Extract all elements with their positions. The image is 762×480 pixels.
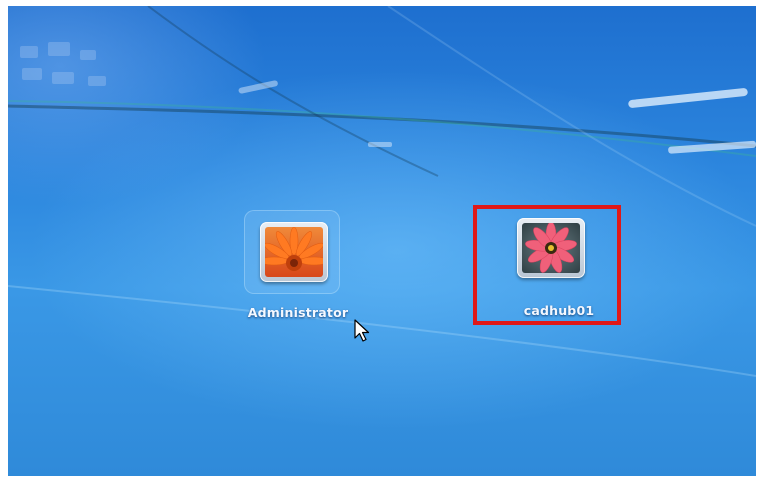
user-name-administrator[interactable]: Administrator — [238, 305, 358, 320]
highlight-box — [473, 205, 621, 325]
orange-gerbera-flower-icon — [265, 227, 323, 277]
user-tile-administrator[interactable]: Administrator — [240, 210, 370, 320]
user-picture-administrator[interactable] — [260, 222, 328, 282]
login-screen: Administrator cadhub01 — [8, 6, 756, 476]
background-streaks — [8, 6, 756, 377]
arrow-cursor-icon — [354, 319, 370, 342]
